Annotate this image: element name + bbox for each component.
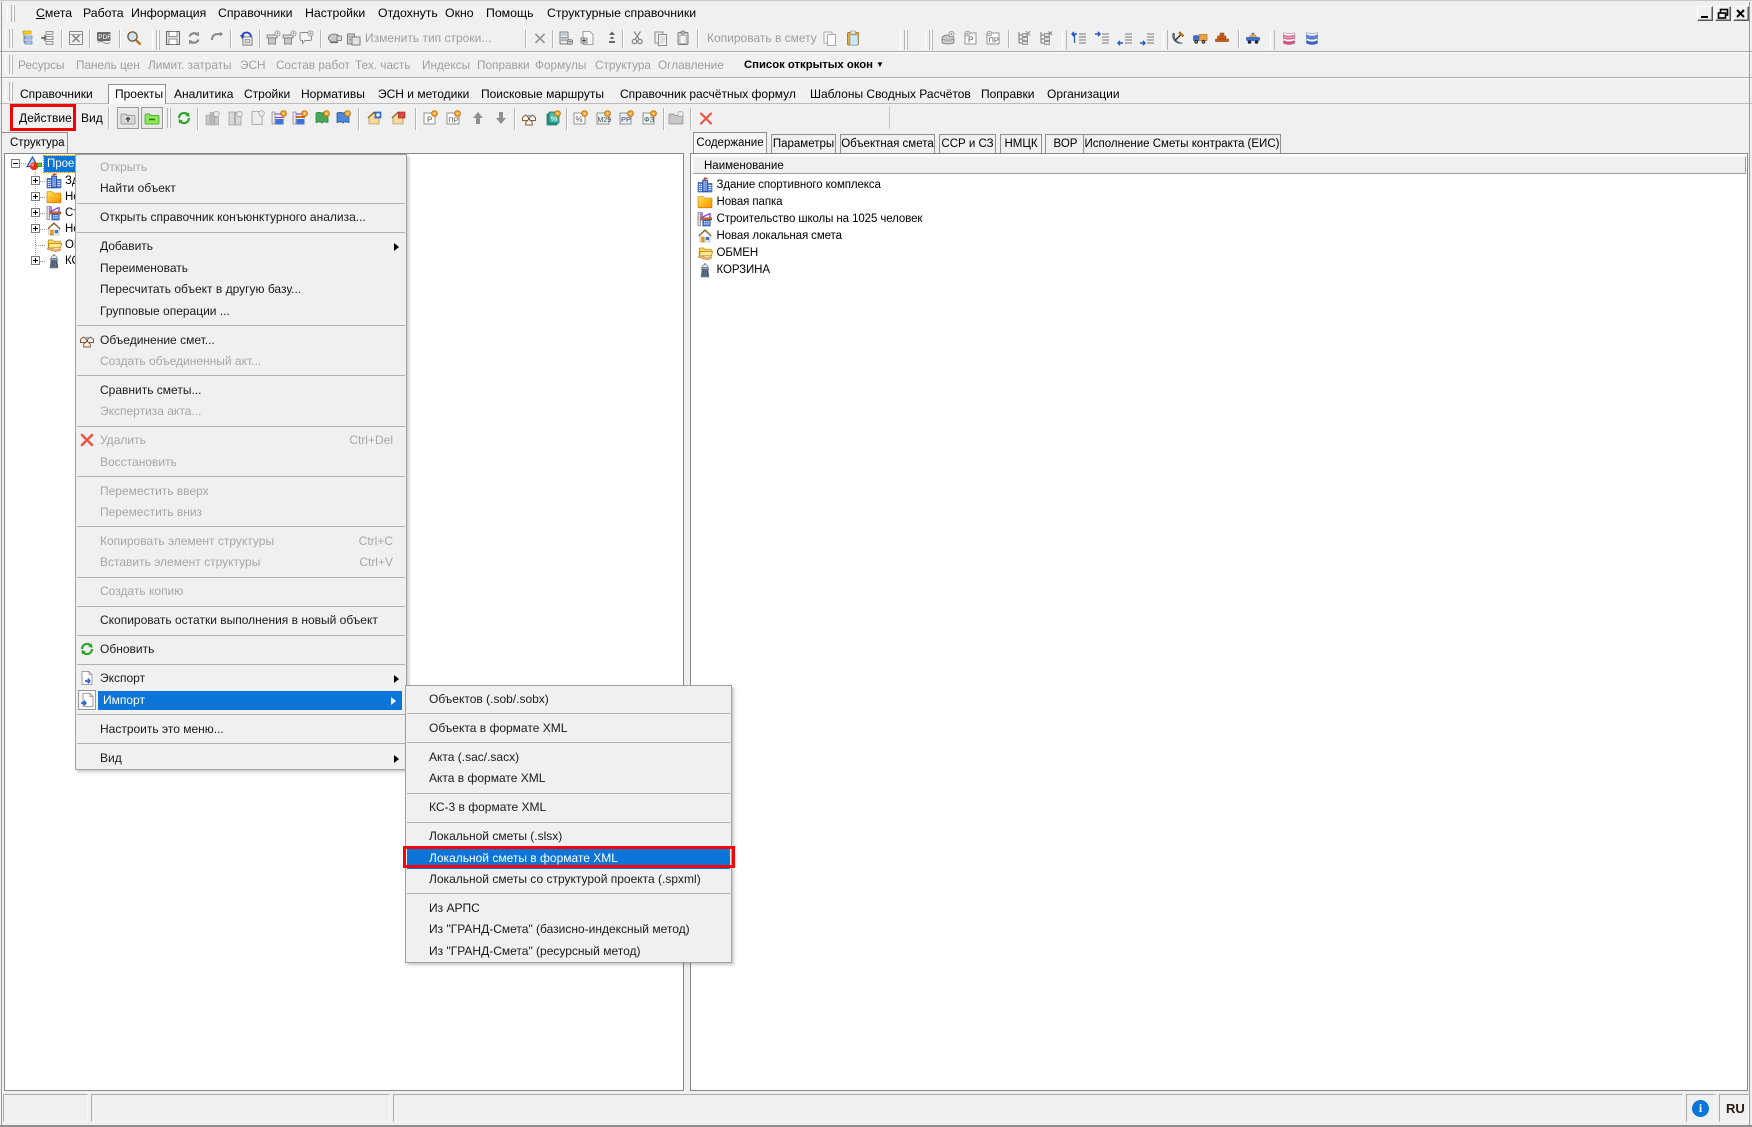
svg-text:ПР: ПР [989,36,999,45]
svg-text:P: P [968,36,973,45]
svg-text:%: % [576,115,583,124]
svg-text:ПР: ПР [448,116,458,125]
svg-text:PDF: PDF [98,34,111,41]
svg-text:М29: М29 [598,117,612,124]
svg-text:P: P [427,116,432,125]
